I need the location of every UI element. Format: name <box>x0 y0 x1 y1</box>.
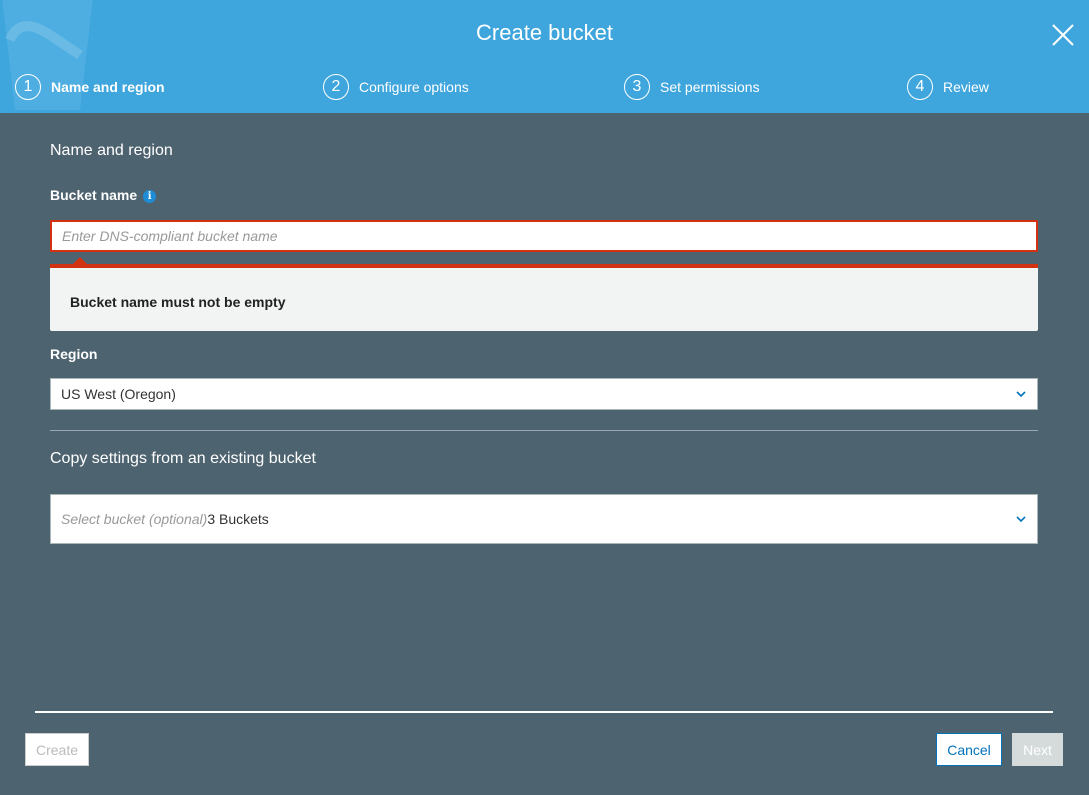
next-button[interactable]: Next <box>1012 733 1063 766</box>
region-label: Region <box>50 346 98 362</box>
section-divider <box>50 430 1038 431</box>
bucket-name-input[interactable] <box>50 220 1038 252</box>
step-label: Review <box>943 79 989 95</box>
region-value: US West (Oregon) <box>61 386 176 402</box>
step-number: 4 <box>907 74 933 100</box>
step-label: Name and region <box>51 79 165 95</box>
bucket-name-label: Bucket name i <box>50 187 157 203</box>
section-title-copy-settings: Copy settings from an existing bucket <box>50 450 316 467</box>
step-configure-options[interactable]: 2 Configure options <box>323 74 469 100</box>
step-label: Configure options <box>359 79 469 95</box>
step-set-permissions[interactable]: 3 Set permissions <box>624 74 760 100</box>
step-label: Set permissions <box>660 79 760 95</box>
step-number: 2 <box>323 74 349 100</box>
step-review[interactable]: 4 Review <box>907 74 989 100</box>
region-select[interactable]: US West (Oregon) <box>50 378 1038 410</box>
wizard-header: Create bucket 1 Name and region 2 Config… <box>0 0 1089 113</box>
copy-bucket-select[interactable]: Select bucket (optional) 3 Buckets <box>50 494 1038 544</box>
step-name-and-region[interactable]: 1 Name and region <box>15 74 165 100</box>
footer-divider <box>35 711 1053 713</box>
section-title-name-region: Name and region <box>50 142 173 159</box>
step-number: 3 <box>624 74 650 100</box>
create-button[interactable]: Create <box>25 733 89 766</box>
select-bucket-placeholder: Select bucket (optional) <box>61 511 208 527</box>
info-icon[interactable]: i <box>143 189 157 203</box>
close-icon[interactable] <box>1050 22 1076 48</box>
error-message: Bucket name must not be empty <box>70 294 286 310</box>
dialog-title: Create bucket <box>476 20 613 45</box>
chevron-down-icon <box>1016 516 1026 523</box>
step-number: 1 <box>15 74 41 100</box>
cancel-button[interactable]: Cancel <box>936 733 1002 766</box>
chevron-down-icon <box>1016 391 1026 398</box>
error-message-box: Bucket name must not be empty <box>50 264 1038 331</box>
bucket-name-label-text: Bucket name <box>50 187 138 203</box>
bucket-count: 3 Buckets <box>207 511 269 527</box>
